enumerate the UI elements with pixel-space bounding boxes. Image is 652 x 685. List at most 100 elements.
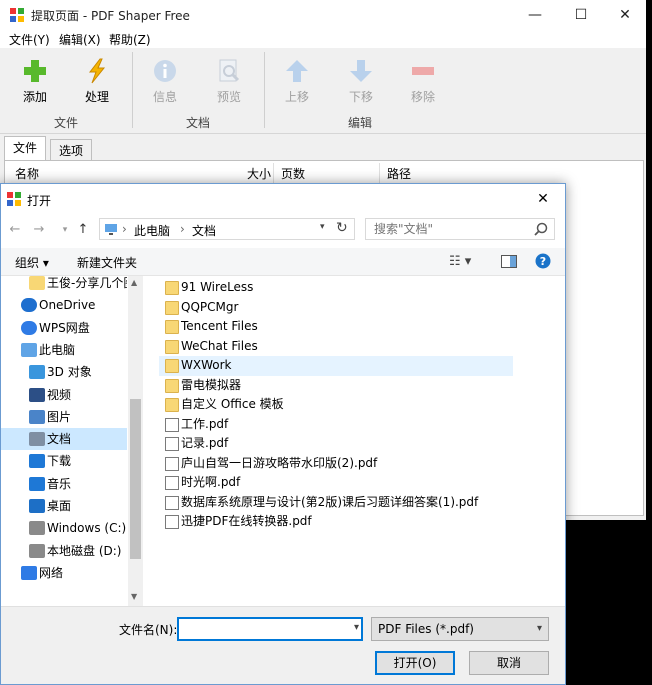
nav-scrollbar-thumb[interactable] [130, 399, 141, 559]
file-list-pane[interactable]: 91 WireLess QQPCMgr Tencent Files WeChat Fi… [159, 276, 565, 606]
filename-field[interactable]: ▾ [177, 617, 363, 641]
nav-item[interactable]: 音乐 [1, 473, 127, 495]
nav-item[interactable]: 王俊-分享几个图 [1, 276, 127, 294]
column-pages[interactable]: 页数 [281, 165, 305, 182]
nav-item-label: 3D 对象 [47, 365, 92, 380]
address-row: ← → ▾ ↑ › 此电脑 › 文档 ▾ ↻ [1, 214, 565, 248]
nav-item-label: 文档 [47, 432, 72, 447]
folder-item[interactable]: 自定义 Office 模板 [159, 395, 513, 415]
help-icon[interactable]: ? [535, 253, 551, 269]
nav-item[interactable]: 此电脑 [1, 339, 127, 361]
file-item[interactable]: 工作.pdf [159, 415, 513, 435]
dialog-logo-icon [7, 192, 21, 206]
tab-options[interactable]: 选项 [50, 139, 93, 160]
search-icon[interactable] [534, 222, 548, 236]
nav-item[interactable]: 图片 [1, 406, 127, 428]
view-options-icon[interactable]: ☷ ▾ [449, 254, 471, 269]
refresh-icon[interactable]: ↻ [336, 220, 348, 236]
back-icon[interactable]: ← [7, 222, 23, 238]
search-box[interactable] [365, 218, 555, 240]
info-button[interactable]: 信息 [140, 56, 190, 112]
nav-item-label: Windows (C:) [47, 521, 127, 536]
folder-icon [165, 300, 179, 315]
menu-file[interactable]: 文件(Y) [9, 31, 50, 48]
nav-item[interactable]: 视频 [1, 384, 127, 406]
file-name: 自定义 Office 模板 [181, 397, 284, 411]
pdf-file-icon [165, 456, 179, 471]
nav-item-label: 音乐 [47, 476, 72, 491]
breadcrumb-documents[interactable]: 文档 [192, 222, 216, 239]
video-icon [29, 387, 45, 402]
dialog-close-button[interactable]: ✕ [521, 184, 565, 214]
filename-dropdown-icon[interactable]: ▾ [354, 622, 359, 633]
preview-pane-icon[interactable] [501, 255, 517, 268]
tab-files[interactable]: 文件 [4, 136, 47, 160]
folder-item[interactable]: 91 WireLess [159, 278, 513, 298]
navigation-pane[interactable]: 王俊-分享几个图 OneDrive WPS网盘此电脑 3D 对象视频图片文档下载音乐桌… [1, 276, 143, 606]
nav-item[interactable]: 3D 对象 [1, 361, 127, 383]
file-item[interactable]: 迅捷PDF在线转换器.pdf [159, 512, 513, 532]
menu-edit[interactable]: 编辑(X) [59, 31, 101, 48]
address-dropdown-icon[interactable]: ▾ [320, 222, 325, 232]
search-input[interactable] [374, 220, 534, 238]
folder-item[interactable]: WXWork [159, 356, 513, 376]
nav-item-label: 本地磁盘 (D:) [47, 543, 122, 558]
open-button[interactable]: 打开(O) [375, 651, 455, 675]
forward-icon[interactable]: → [31, 222, 47, 238]
file-item[interactable]: 记录.pdf [159, 434, 513, 454]
nav-item-label: WPS网盘 [39, 320, 90, 335]
add-button[interactable]: 添加 [10, 56, 60, 112]
column-size[interactable]: 大小 [247, 165, 271, 182]
folder-item[interactable]: Tencent Files [159, 317, 513, 337]
move-down-button[interactable]: 下移 [336, 56, 386, 112]
nav-item[interactable]: WPS网盘 [1, 317, 127, 339]
filetype-dropdown-icon[interactable]: ▾ [537, 618, 542, 640]
scroll-down-icon[interactable]: ▼ [131, 592, 137, 601]
remove-button[interactable]: 移除 [398, 56, 448, 112]
nav-item[interactable]: 本地磁盘 (D:) [1, 540, 127, 562]
cancel-button[interactable]: 取消 [469, 651, 549, 675]
maximize-button[interactable]: ☐ [558, 0, 604, 30]
filetype-select[interactable]: PDF Files (*.pdf) ▾ [371, 617, 549, 641]
organize-button[interactable]: 组织 ▾ [15, 254, 49, 271]
column-path[interactable]: 路径 [387, 165, 411, 182]
nav-item[interactable]: OneDrive [1, 294, 127, 316]
breadcrumb-this-pc[interactable]: 此电脑 [134, 222, 170, 239]
minus-icon [410, 58, 436, 84]
file-name: 记录.pdf [181, 436, 229, 450]
close-button[interactable]: ✕ [602, 0, 648, 30]
nav-item[interactable]: 文档 [1, 428, 127, 451]
column-divider [379, 163, 380, 185]
minimize-button[interactable]: — [512, 0, 558, 30]
computer-icon [21, 342, 37, 357]
file-item[interactable]: 庐山自驾一日游攻略带水印版(2).pdf [159, 454, 513, 474]
new-folder-button[interactable]: 新建文件夹 [77, 254, 137, 271]
column-name[interactable]: 名称 [15, 165, 39, 182]
preview-button[interactable]: 预览 [204, 56, 254, 112]
process-button[interactable]: 处理 [72, 56, 122, 112]
folder-item[interactable]: WeChat Files [159, 337, 513, 357]
folder-item[interactable]: QQPCMgr [159, 298, 513, 318]
folder-item[interactable]: 雷电模拟器 [159, 376, 513, 396]
nav-item[interactable]: 下载 [1, 450, 127, 472]
arrow-up-icon [284, 58, 310, 84]
plus-icon [22, 58, 48, 84]
nav-item-label: 视频 [47, 387, 72, 402]
picture-icon [29, 409, 45, 424]
app-logo-icon [9, 7, 25, 23]
scroll-up-icon[interactable]: ▲ [131, 278, 137, 287]
nav-item[interactable]: 网络 [1, 562, 127, 584]
file-name: WeChat Files [181, 338, 258, 353]
menu-help[interactable]: 帮助(Z) [109, 31, 151, 48]
address-bar[interactable]: › 此电脑 › 文档 ▾ ↻ [99, 218, 355, 240]
move-up-button[interactable]: 上移 [272, 56, 322, 112]
up-folder-icon[interactable]: ↑ [75, 222, 91, 238]
recent-locations-icon[interactable]: ▾ [57, 222, 73, 238]
filename-input[interactable] [183, 620, 343, 638]
nav-item[interactable]: 桌面 [1, 495, 127, 517]
file-item[interactable]: 时光啊.pdf [159, 473, 513, 493]
app-title-text: 提取页面 - PDF Shaper Free [31, 9, 190, 23]
nav-item[interactable]: Windows (C:) [1, 517, 127, 539]
file-item[interactable]: 数据库系统原理与设计(第2版)课后习题详细答案(1).pdf [159, 493, 513, 513]
3d-objects-icon [29, 365, 45, 380]
